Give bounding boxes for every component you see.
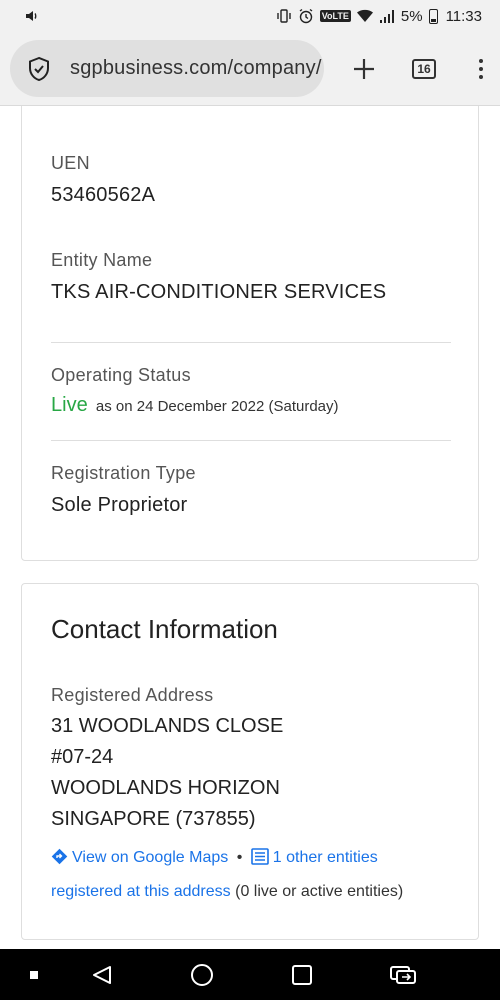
back-button[interactable] (88, 961, 116, 989)
recents-icon (292, 965, 312, 985)
address-line: 31 WOODLANDS CLOSE (51, 715, 284, 737)
battery-percent: 5% (400, 7, 423, 25)
link-separator: • (236, 849, 243, 866)
new-tab-button[interactable] (340, 45, 388, 93)
wifi-icon (356, 8, 373, 24)
address-line: WOODLANDS HORIZON (51, 777, 280, 799)
divider (51, 342, 451, 343)
registration-type-label: Registration Type (51, 463, 196, 483)
contact-information-card: Contact Information Registered Address 3… (21, 583, 479, 940)
switch-app-button[interactable] (388, 961, 418, 989)
other-entities-link-text-2: registered at this address (51, 883, 231, 900)
clock: 11:33 (445, 7, 482, 25)
uen-value: 53460562A (51, 184, 156, 206)
registration-type-field: Registration Type Sole Proprietor (51, 463, 196, 517)
operating-status-line: Live as on 24 December 2022 (Saturday) (51, 394, 339, 417)
home-icon (191, 964, 213, 986)
operating-status-label: Operating Status (51, 365, 191, 385)
address-block: 31 WOODLANDS CLOSE #07-24 WOODLANDS HORI… (51, 711, 283, 835)
back-icon (93, 966, 111, 984)
other-entities-note: (0 live or active entities) (235, 883, 404, 900)
vibrate-icon (276, 8, 292, 24)
address-line: SINGAPORE (737855) (51, 808, 256, 830)
entity-name-label: Entity Name (51, 250, 153, 270)
square-dot-icon (30, 971, 38, 979)
building-icon (250, 845, 269, 876)
browser-toolbar: sgpbusiness.com/company/ 16 (0, 32, 500, 106)
volte-badge: VoLTE (319, 10, 351, 22)
company-details-card: UEN 53460562A Entity Name TKS AIR-CONDIT… (21, 106, 479, 561)
menu-button[interactable] (452, 45, 488, 93)
status-bar: VoLTE 5% 11:33 (0, 0, 500, 32)
google-maps-link[interactable]: View on Google Maps (51, 848, 229, 866)
url-text[interactable]: sgpbusiness.com/company/ (70, 57, 322, 80)
section-title: Contact Information (51, 614, 278, 644)
recents-button[interactable] (288, 961, 316, 989)
switch-app-icon (390, 966, 416, 984)
shield-icon[interactable] (24, 54, 54, 84)
tab-count: 16 (412, 58, 436, 79)
address-bar[interactable]: sgpbusiness.com/company/ (10, 40, 324, 97)
uen-label: UEN (51, 153, 90, 173)
page-content: UEN 53460562A Entity Name TKS AIR-CONDIT… (0, 106, 500, 949)
home-button[interactable] (188, 961, 216, 989)
alarm-icon (298, 8, 314, 24)
system-navigation-bar (0, 949, 500, 1000)
operating-status-field: Operating Status Live as on 24 December … (51, 365, 339, 417)
status-date: as on 24 December 2022 (Saturday) (95, 398, 339, 415)
google-maps-link-text: View on Google Maps (72, 849, 229, 866)
more-vert-icon (474, 58, 488, 79)
status-live-badge: Live (51, 394, 88, 416)
address-links: View on Google Maps • 1 other entities re… (51, 842, 461, 907)
divider (51, 440, 451, 441)
volume-icon (24, 8, 40, 24)
registration-type-value: Sole Proprietor (51, 494, 188, 516)
directions-icon (51, 845, 68, 876)
entity-name-value: TKS AIR-CONDITIONER SERVICES (51, 281, 387, 303)
tab-switcher-button[interactable]: 16 (400, 45, 448, 93)
registered-address-field: Registered Address 31 WOODLANDS CLOSE #0… (51, 685, 283, 835)
battery-icon (428, 8, 438, 24)
registered-address-label: Registered Address (51, 685, 214, 705)
other-entities-link-text: 1 other entities (272, 849, 378, 866)
pin-button[interactable] (20, 961, 48, 989)
uen-field: UEN 53460562A (51, 153, 155, 207)
plus-icon (354, 58, 374, 79)
signal-icon (379, 8, 395, 24)
entity-name-field: Entity Name TKS AIR-CONDITIONER SERVICES (51, 250, 386, 304)
address-line: #07-24 (51, 746, 114, 768)
